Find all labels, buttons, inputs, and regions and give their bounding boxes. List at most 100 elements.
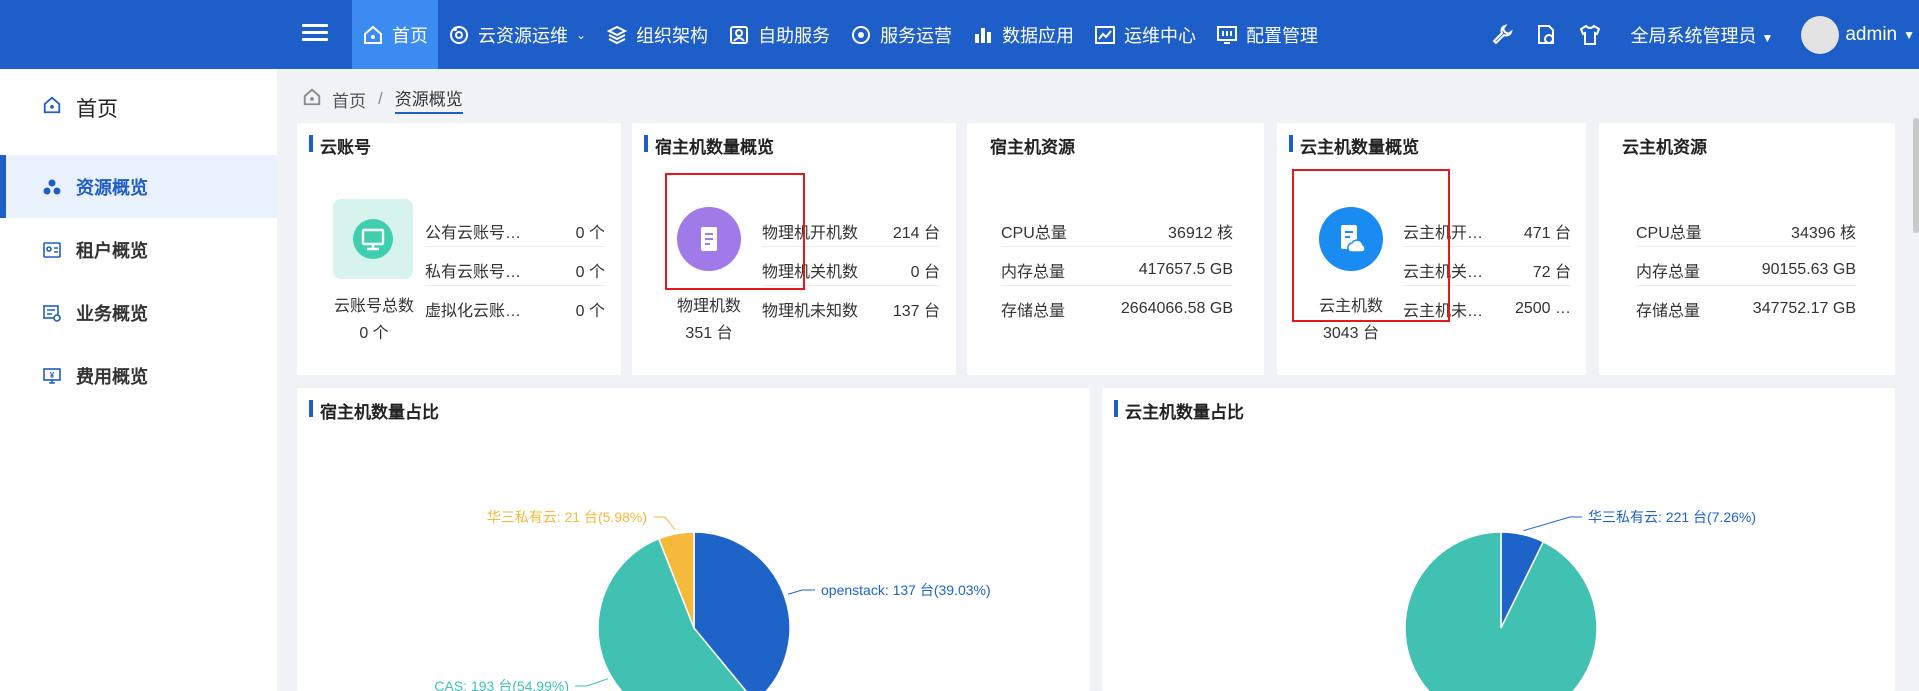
nav-data-app[interactable]: 数据应用 bbox=[962, 0, 1084, 69]
config-icon bbox=[1216, 24, 1238, 46]
home-icon bbox=[302, 87, 322, 112]
caret-down-icon: ▼ bbox=[1903, 27, 1915, 42]
service-icon bbox=[850, 24, 872, 46]
sidebar-item-label: 租户概览 bbox=[76, 240, 148, 261]
vm-ratio-pie: 华三私有云: 221 台(7.26%) bbox=[1404, 509, 1756, 691]
nav-cloud-ops[interactable]: 云资源运维 ⌄ bbox=[438, 0, 596, 69]
stat-value: 347752.17 GB bbox=[1752, 300, 1856, 317]
stat-value: 36912 核 bbox=[1168, 225, 1233, 242]
stat-value: 0 台 bbox=[910, 264, 940, 281]
stat-value: 0 个 bbox=[575, 303, 605, 320]
stat-label: 存储总量 bbox=[1636, 303, 1701, 320]
stat-label: CPU总量 bbox=[1636, 225, 1702, 242]
host-count-caption: 物理机数 351 台 bbox=[660, 293, 758, 347]
pie-label-line bbox=[1523, 516, 1582, 532]
stat-label: 存储总量 bbox=[1001, 303, 1066, 320]
wrench-icon[interactable] bbox=[1488, 21, 1516, 49]
menu-toggle-icon[interactable] bbox=[302, 20, 328, 46]
shirt-icon[interactable] bbox=[1576, 21, 1604, 49]
nav-self-service[interactable]: 自助服务 bbox=[718, 0, 840, 69]
sidebar-home[interactable]: 首页 bbox=[0, 69, 277, 147]
stat-value: 34396 核 bbox=[1791, 225, 1856, 242]
nav-self-service-label: 自助服务 bbox=[758, 25, 831, 46]
stat-label: 内存总量 bbox=[1636, 264, 1701, 281]
breadcrumb-current: 资源概览 bbox=[394, 85, 463, 114]
header-tools: 全局系统管理员 ▼ admin ▼ bbox=[1488, 0, 1919, 69]
caption-value: 3043 台 bbox=[1322, 325, 1380, 342]
nav-ops-center[interactable]: 运维中心 bbox=[1084, 0, 1206, 69]
nav-home[interactable]: 首页 bbox=[352, 0, 438, 69]
caption-label: 物理机数 bbox=[676, 298, 741, 315]
divider bbox=[1001, 246, 1233, 247]
sidebar-item-tenant[interactable]: 租户概览 bbox=[0, 218, 277, 281]
layers-icon bbox=[606, 24, 628, 46]
user-card-icon bbox=[728, 24, 750, 46]
pie-label: openstack: 137 台(39.03%) bbox=[821, 582, 991, 598]
stat-label: 内存总量 bbox=[1001, 264, 1066, 281]
caption-value: 0 个 bbox=[359, 325, 389, 342]
stat-value: 417657.5 GB bbox=[1138, 261, 1233, 278]
breadcrumb: 首页 / 资源概览 bbox=[302, 84, 463, 114]
nav-org[interactable]: 组织架构 bbox=[596, 0, 718, 69]
chevron-down-icon: ⌄ bbox=[576, 27, 587, 42]
sidebar-home-label: 首页 bbox=[76, 98, 118, 121]
vm-ratio-chart-card: 云主机数量占比 华三私有云: 221 台(7.26%) bbox=[1102, 388, 1895, 691]
nav-config-label: 配置管理 bbox=[1246, 25, 1319, 46]
role-selector[interactable]: 全局系统管理员 ▼ bbox=[1630, 22, 1777, 48]
nav-ops-center-label: 运维中心 bbox=[1124, 25, 1197, 46]
nav-config[interactable]: 配置管理 bbox=[1206, 0, 1328, 69]
stat-label: 私有云账号… bbox=[425, 264, 522, 281]
card-title: 云账号 bbox=[309, 133, 371, 158]
document-clock-icon[interactable] bbox=[1532, 21, 1560, 49]
nav-data-app-label: 数据应用 bbox=[1002, 25, 1075, 46]
card-title: 宿主机资源 bbox=[990, 138, 1075, 157]
stat-label: 物理机未知数 bbox=[762, 303, 859, 320]
nav-cloud-ops-label: 云资源运维 bbox=[478, 25, 568, 46]
stat-row: 存储总量 347752.17 GB bbox=[1636, 297, 1856, 321]
top-navbar: 首页 云资源运维 ⌄ 组织架构 自助服务 服务运营 数据应用 运维中心 配置管理… bbox=[0, 0, 1919, 69]
divider bbox=[1636, 246, 1856, 247]
tenant-icon bbox=[42, 240, 62, 260]
divider bbox=[425, 285, 605, 286]
stat-row: CPU总量 36912 核 bbox=[1001, 219, 1233, 243]
divider bbox=[1636, 285, 1856, 286]
sidebar-item-resource[interactable]: 资源概览 bbox=[0, 155, 277, 218]
bar-chart-icon bbox=[972, 24, 994, 46]
nav-service-ops[interactable]: 服务运营 bbox=[840, 0, 962, 69]
stat-value: 2500 … bbox=[1514, 300, 1571, 317]
avatar[interactable] bbox=[1801, 15, 1840, 54]
vm-resource-card: 云主机资源 CPU总量 34396 核 内存总量 90155.63 GB 存储总… bbox=[1599, 123, 1895, 375]
user-menu[interactable]: admin bbox=[1845, 24, 1897, 46]
breadcrumb-separator: / bbox=[378, 89, 383, 108]
stat-label: CPU总量 bbox=[1001, 225, 1067, 242]
caret-down-icon: ▼ bbox=[1761, 30, 1774, 45]
caption-value: 351 台 bbox=[685, 325, 733, 342]
stat-value: 214 台 bbox=[892, 225, 940, 242]
divider bbox=[425, 246, 605, 247]
stat-row: CPU总量 34396 核 bbox=[1636, 219, 1856, 243]
pie-slice[interactable] bbox=[1404, 531, 1598, 691]
sidebar-item-business[interactable]: 业务概览 bbox=[0, 281, 277, 344]
card-title: 云主机数量概览 bbox=[1289, 133, 1419, 158]
role-label: 全局系统管理员 bbox=[1630, 25, 1757, 46]
stat-value: 2664066.58 GB bbox=[1120, 300, 1233, 317]
nav-service-ops-label: 服务运营 bbox=[880, 25, 953, 46]
stat-label: 公有云账号… bbox=[425, 225, 522, 242]
host-resource-card: 宿主机资源 CPU总量 36912 核 内存总量 417657.5 GB 存储总… bbox=[967, 123, 1264, 375]
stat-row: 存储总量 2664066.58 GB bbox=[1001, 297, 1233, 321]
sidebar-item-label: 业务概览 bbox=[76, 303, 148, 324]
stat-value: 137 台 bbox=[892, 303, 940, 320]
pie-label-line bbox=[653, 516, 676, 531]
host-ratio-pie: openstack: 137 台(39.03%) CAS: 193 台(54.99… bbox=[434, 509, 991, 691]
sidebar-item-cost[interactable]: ¥ 费用概览 bbox=[0, 344, 277, 407]
stat-value: 471 台 bbox=[1523, 225, 1571, 242]
stat-value: 90155.63 GB bbox=[1761, 261, 1856, 278]
scrollbar-thumb[interactable] bbox=[1913, 118, 1919, 233]
pie-label: 华三私有云: 221 台(7.26%) bbox=[1588, 509, 1756, 525]
card-title: 云主机资源 bbox=[1622, 138, 1707, 157]
breadcrumb-home[interactable]: 首页 bbox=[332, 87, 366, 112]
line-chart-icon bbox=[1094, 24, 1116, 46]
stat-value: 72 台 bbox=[1532, 264, 1571, 281]
stat-value: 0 个 bbox=[575, 264, 605, 281]
stat-row: 物理机未知数 137 台 bbox=[762, 297, 940, 321]
